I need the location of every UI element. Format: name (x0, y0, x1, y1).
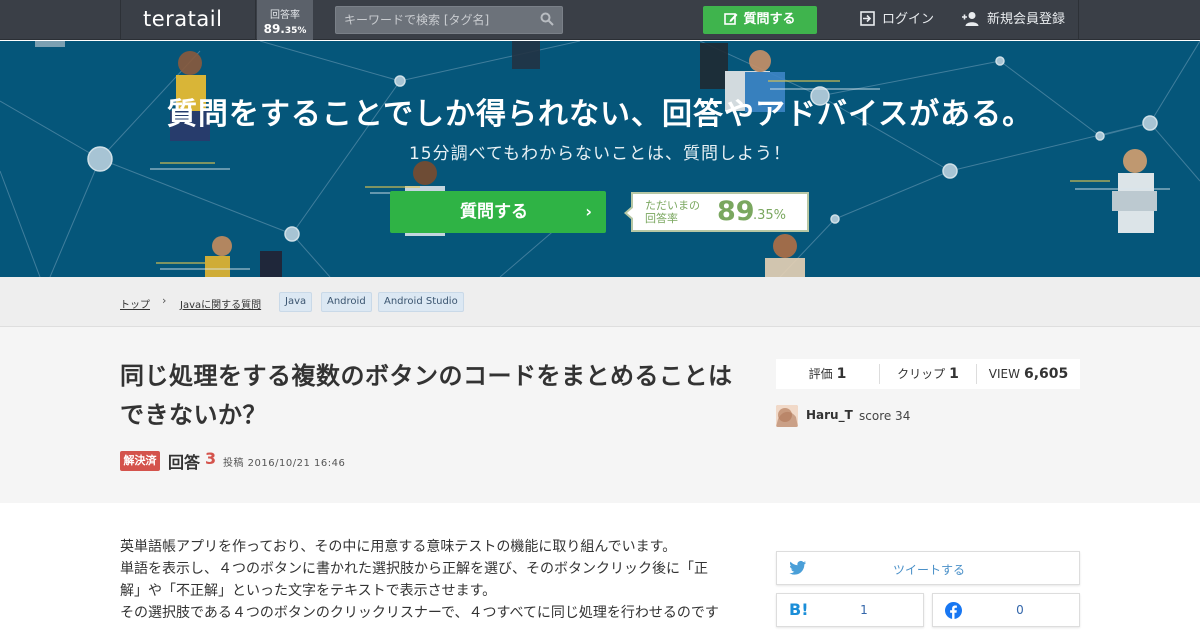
rating-stat: 評価 1 (776, 359, 879, 389)
signup-link[interactable]: 新規会員登録 (962, 0, 1065, 40)
answer-rate-decimal: 35% (284, 26, 307, 36)
hero-subtitle: 15分調べてもわからないことは、質問しよう！ (408, 144, 792, 164)
answer-rate-box: 回答率 89.35% (257, 0, 313, 40)
view-label: VIEW (988, 367, 1020, 381)
body-line: その選択肢である４つのボタンのクリックリスナーで、４つすべてに同じ処理を行わせる… (120, 605, 719, 621)
hero-banner: 質問をすることでしか得られない、回答やアドバイスがある。 15分調べてもわからな… (0, 41, 1200, 277)
tag-android[interactable]: Android (321, 292, 372, 312)
top-header: teratail 回答率 89.35% 質問する ログイン 新規会員登録 (0, 0, 1200, 40)
login-label: ログイン (882, 12, 935, 27)
signup-label: 新規会員登録 (987, 12, 1066, 27)
search-icon[interactable] (540, 12, 554, 26)
hero-ask-label: 質問する (460, 202, 528, 222)
body-line: 単語を表示し、４つのボタンに書かれた選択肢から正解を選び、そのボタンクリック後に… (120, 561, 708, 577)
posted-date: 投稿 2016/10/21 16:46 (223, 458, 346, 469)
header-ask-label: 質問する (743, 12, 796, 27)
rating-value: 1 (836, 366, 847, 382)
breadcrumb-top[interactable]: トップ (120, 296, 150, 311)
question-title: 同じ処理をする複数のボタンのコードをまとめることはできないか？ (120, 362, 733, 429)
answer-rate-value: 89.35% (257, 22, 313, 36)
hero-answer-rate: ただいまの 回答率 89 .35% (624, 192, 809, 232)
edit-icon (724, 13, 738, 25)
question-body: 英単語帳アプリを作っており、その中に用意する意味テストの機能に取り組んでいます。… (120, 536, 750, 624)
clip-value: 1 (949, 366, 959, 382)
login-link[interactable]: ログイン (860, 0, 934, 40)
question-stats: 評価 1 クリップ 1 VIEW 6,605 (776, 359, 1080, 389)
add-user-icon (962, 12, 979, 26)
clip-stat: クリップ 1 (880, 359, 976, 389)
solved-badge: 解決済 (120, 451, 160, 471)
hero-rate-integer: 89 (717, 196, 755, 227)
site-logo[interactable]: teratail (143, 7, 222, 31)
tweet-label: ツイートする (892, 563, 965, 577)
logo-box[interactable]: teratail (120, 0, 256, 40)
facebook-share-button[interactable]: 0 (932, 593, 1080, 627)
body-line: 解」や「不正解」といった文字をテキストで表示させます。 (120, 583, 497, 599)
answer-rate-integer: 89. (263, 22, 285, 36)
rating-label: 評価 (808, 367, 833, 381)
username[interactable]: Haru_T (806, 408, 853, 422)
header-ask-button[interactable]: 質問する (703, 6, 817, 34)
clip-label: クリップ (897, 367, 946, 381)
tweet-button[interactable]: ツイートする (776, 551, 1080, 585)
hero-title: 質問をすることでしか得られない、回答やアドバイスがある。 (166, 97, 1034, 132)
facebook-count: 0 (1016, 603, 1024, 617)
body-line: 英単語帳アプリを作っており、その中に用意する意味テストの機能に取り組んでいます。 (120, 539, 677, 555)
breadcrumb: トップ › Javaに関する質問 Java Android Android St… (0, 277, 1200, 327)
question-header: 同じ処理をする複数のボタンのコードをまとめることはできないか？ 解決済 回答 3… (0, 327, 1200, 503)
breadcrumb-separator-icon: › (162, 294, 167, 307)
login-icon (860, 11, 875, 26)
header-inner: teratail 回答率 89.35% 質問する ログイン 新規会員登録 (120, 0, 1080, 40)
hatena-bookmark-button[interactable]: B! 1 (776, 593, 924, 627)
view-stat: VIEW 6,605 (977, 359, 1080, 389)
avatar[interactable] (776, 405, 798, 427)
header-divider (1078, 0, 1079, 40)
hero-rate-label: ただいまの 回答率 (645, 199, 700, 225)
tag-android-studio[interactable]: Android Studio (378, 292, 464, 312)
avatar-image (776, 405, 798, 427)
user-score: score 34 (859, 409, 911, 423)
hero-ask-button[interactable]: 質問する › (390, 191, 606, 233)
tag-java[interactable]: Java (279, 292, 313, 312)
search-input[interactable] (336, 7, 536, 33)
breadcrumb-category[interactable]: Javaに関する質問 (180, 296, 261, 311)
chevron-right-icon: › (585, 202, 592, 221)
view-value: 6,605 (1023, 366, 1069, 382)
hatena-count: 1 (860, 603, 868, 617)
hero-rate-decimal: .35% (753, 208, 787, 223)
answer-rate-label: 回答率 (270, 10, 300, 21)
answers-count[interactable]: 3 (205, 449, 216, 468)
hero-rate-label-line2: 回答率 (645, 212, 678, 225)
search-box (335, 6, 563, 34)
hero-rate-label-line1: ただいまの (645, 199, 700, 212)
answers-label[interactable]: 回答 (168, 449, 200, 473)
